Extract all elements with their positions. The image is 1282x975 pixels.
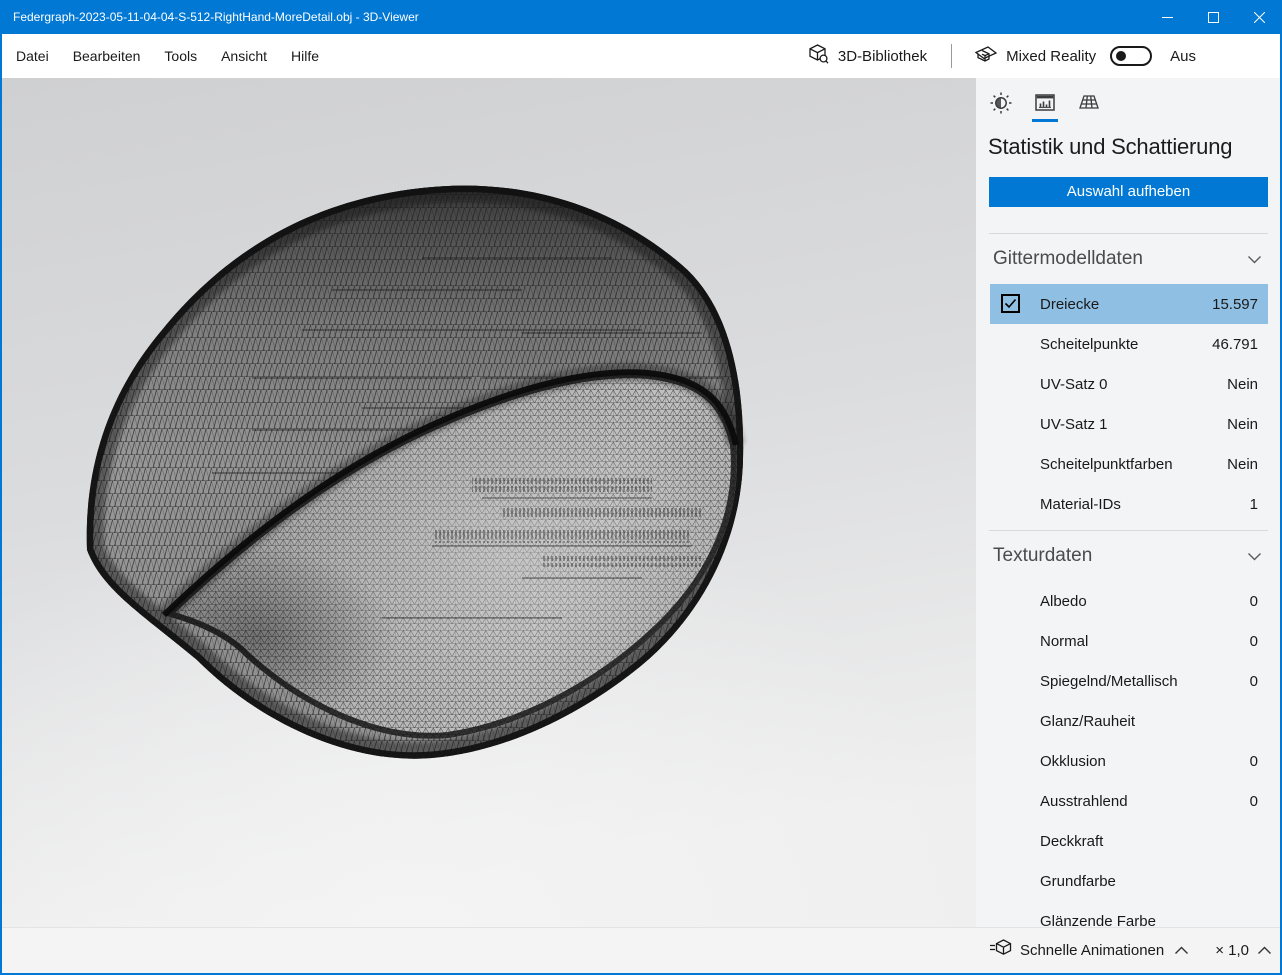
stat-label: UV-Satz 1 [1040,416,1108,433]
stats-panel: Statistik und Schattierung Auswahl aufhe… [976,78,1280,927]
tab-grid[interactable] [1075,88,1103,122]
chevron-up-icon[interactable] [1257,942,1272,960]
panel-tabs [976,78,1280,122]
chevron-down-icon[interactable] [1247,255,1262,264]
section-rows: Albedo 0 Normal 0 Spiegelnd/Metallisch 0 Glanz… [976,581,1280,927]
chevron-up-icon[interactable] [1174,942,1189,960]
stat-label: Grundfarbe [1040,873,1116,890]
window-title: Federgraph-2023-05-11-04-04-S-512-RightH… [13,10,419,24]
panel-sections: Gittermodelldaten Dreiecke 15.597 Scheitelp… [976,233,1280,927]
stat-row[interactable]: Spiegelnd/Metallisch 0 [990,661,1268,701]
menu-bar: DateiBearbeitenToolsAnsichtHilfe 3D-Bibl… [2,34,1280,78]
fast-animations-control[interactable]: Schnelle Animationen [989,938,1189,963]
menu-item-ansicht[interactable]: Ansicht [209,34,279,78]
stat-label: Scheitelpunkte [1040,336,1138,353]
window-controls [1144,0,1282,34]
stat-value: 0 [1250,793,1258,810]
animation-cube-icon [989,938,1012,963]
stat-value: Nein [1227,376,1258,393]
app-window: Federgraph-2023-05-11-04-04-S-512-RightH… [0,0,1282,975]
grid-icon [1077,91,1101,115]
stat-row[interactable]: Glänzende Farbe [990,901,1268,927]
menu-item-hilfe[interactable]: Hilfe [279,34,331,78]
section-rows: Dreiecke 15.597 Scheitelpunkte 46.791 UV-Sat… [976,284,1280,524]
section-header[interactable]: Texturdaten [976,531,1280,581]
stat-row[interactable]: Albedo 0 [990,581,1268,621]
scale-value: × 1,0 [1215,942,1249,959]
status-bar: Schnelle Animationen × 1,0 [2,927,1280,973]
deselect-button[interactable]: Auswahl aufheben [989,177,1268,207]
3d-library-icon [807,43,830,70]
menu-items: DateiBearbeitenToolsAnsichtHilfe [4,34,331,78]
stat-row[interactable]: Deckkraft [990,821,1268,861]
stat-row[interactable]: Dreiecke 15.597 [990,284,1268,324]
stat-row[interactable]: Normal 0 [990,621,1268,661]
stat-label: Dreiecke [1040,296,1099,313]
mixed-reality-control: Mixed Reality Aus [974,44,1196,69]
stat-label: Okklusion [1040,753,1106,770]
title-bar[interactable]: Federgraph-2023-05-11-04-04-S-512-RightH… [0,0,1282,34]
panel-section: TexturdatenAlbedo0Normal0Spiegelnd/Metal… [976,530,1280,927]
menu-item-tools[interactable]: Tools [152,34,209,78]
stat-label: UV-Satz 0 [1040,376,1108,393]
mixed-reality-label: Mixed Reality [1006,48,1096,65]
mixed-reality-toggle[interactable] [1110,46,1152,66]
menu-item-bearbeiten[interactable]: Bearbeiten [61,34,153,78]
panel-heading: Statistik und Schattierung [988,134,1280,160]
stat-label: Spiegelnd/Metallisch [1040,673,1178,690]
fast-animations-label: Schnelle Animationen [1020,942,1164,959]
toggle-knob [1116,51,1126,61]
stat-label: Ausstrahlend [1040,793,1128,810]
stat-label: Glanz/Rauheit [1040,713,1135,730]
stat-row[interactable]: Ausstrahlend 0 [990,781,1268,821]
menu-right: 3D-Bibliothek Mixed Reality Aus [807,43,1196,70]
stat-row[interactable]: UV-Satz 0 Nein [990,364,1268,404]
stats-panel-icon [1033,91,1057,115]
3d-viewport[interactable] [2,78,976,927]
stat-value: 15.597 [1212,296,1258,313]
wireframe-mesh-model [2,78,976,927]
mixed-reality-icon [974,44,998,69]
library-label: 3D-Bibliothek [838,48,927,65]
section-header[interactable]: Gittermodelldaten [976,234,1280,284]
tab-statistics[interactable] [1031,88,1059,122]
mixed-reality-state: Aus [1170,48,1196,65]
stat-value: 0 [1250,673,1258,690]
library-button[interactable]: 3D-Bibliothek [807,43,927,70]
scale-control[interactable]: × 1,0 [1189,942,1272,960]
maximize-button[interactable] [1190,0,1236,34]
sun-icon [989,91,1013,115]
stat-row[interactable]: Okklusion 0 [990,741,1268,781]
menu-divider [951,44,952,68]
section-title: Gittermodelldaten [993,248,1143,270]
section-title: Texturdaten [993,545,1092,567]
stat-value: Nein [1227,456,1258,473]
stat-row[interactable]: Grundfarbe [990,861,1268,901]
stat-row[interactable]: Scheitelpunkte 46.791 [990,324,1268,364]
menu-item-datei[interactable]: Datei [4,34,61,78]
stat-row[interactable]: Glanz/Rauheit [990,701,1268,741]
stat-label: Glänzende Farbe [1040,913,1156,928]
close-button[interactable] [1236,0,1282,34]
checkbox-checked-icon[interactable] [1001,294,1020,313]
stat-value: 46.791 [1212,336,1258,353]
stat-label: Normal [1040,633,1088,650]
stat-row[interactable]: Scheitelpunktfarben Nein [990,444,1268,484]
stat-label: Deckkraft [1040,833,1103,850]
stat-value: 0 [1250,593,1258,610]
stat-label: Material-IDs [1040,496,1121,513]
stat-value: 0 [1250,753,1258,770]
stat-value: Nein [1227,416,1258,433]
stat-value: 1 [1250,496,1258,513]
minimize-button[interactable] [1144,0,1190,34]
stat-row[interactable]: UV-Satz 1 Nein [990,404,1268,444]
stat-row[interactable]: Material-IDs 1 [990,484,1268,524]
panel-section: Gittermodelldaten Dreiecke 15.597 Scheitelp… [976,233,1280,524]
chevron-down-icon[interactable] [1247,552,1262,561]
tab-lighting[interactable] [987,88,1015,122]
stat-label: Albedo [1040,593,1087,610]
stat-label: Scheitelpunktfarben [1040,456,1173,473]
stat-value: 0 [1250,633,1258,650]
